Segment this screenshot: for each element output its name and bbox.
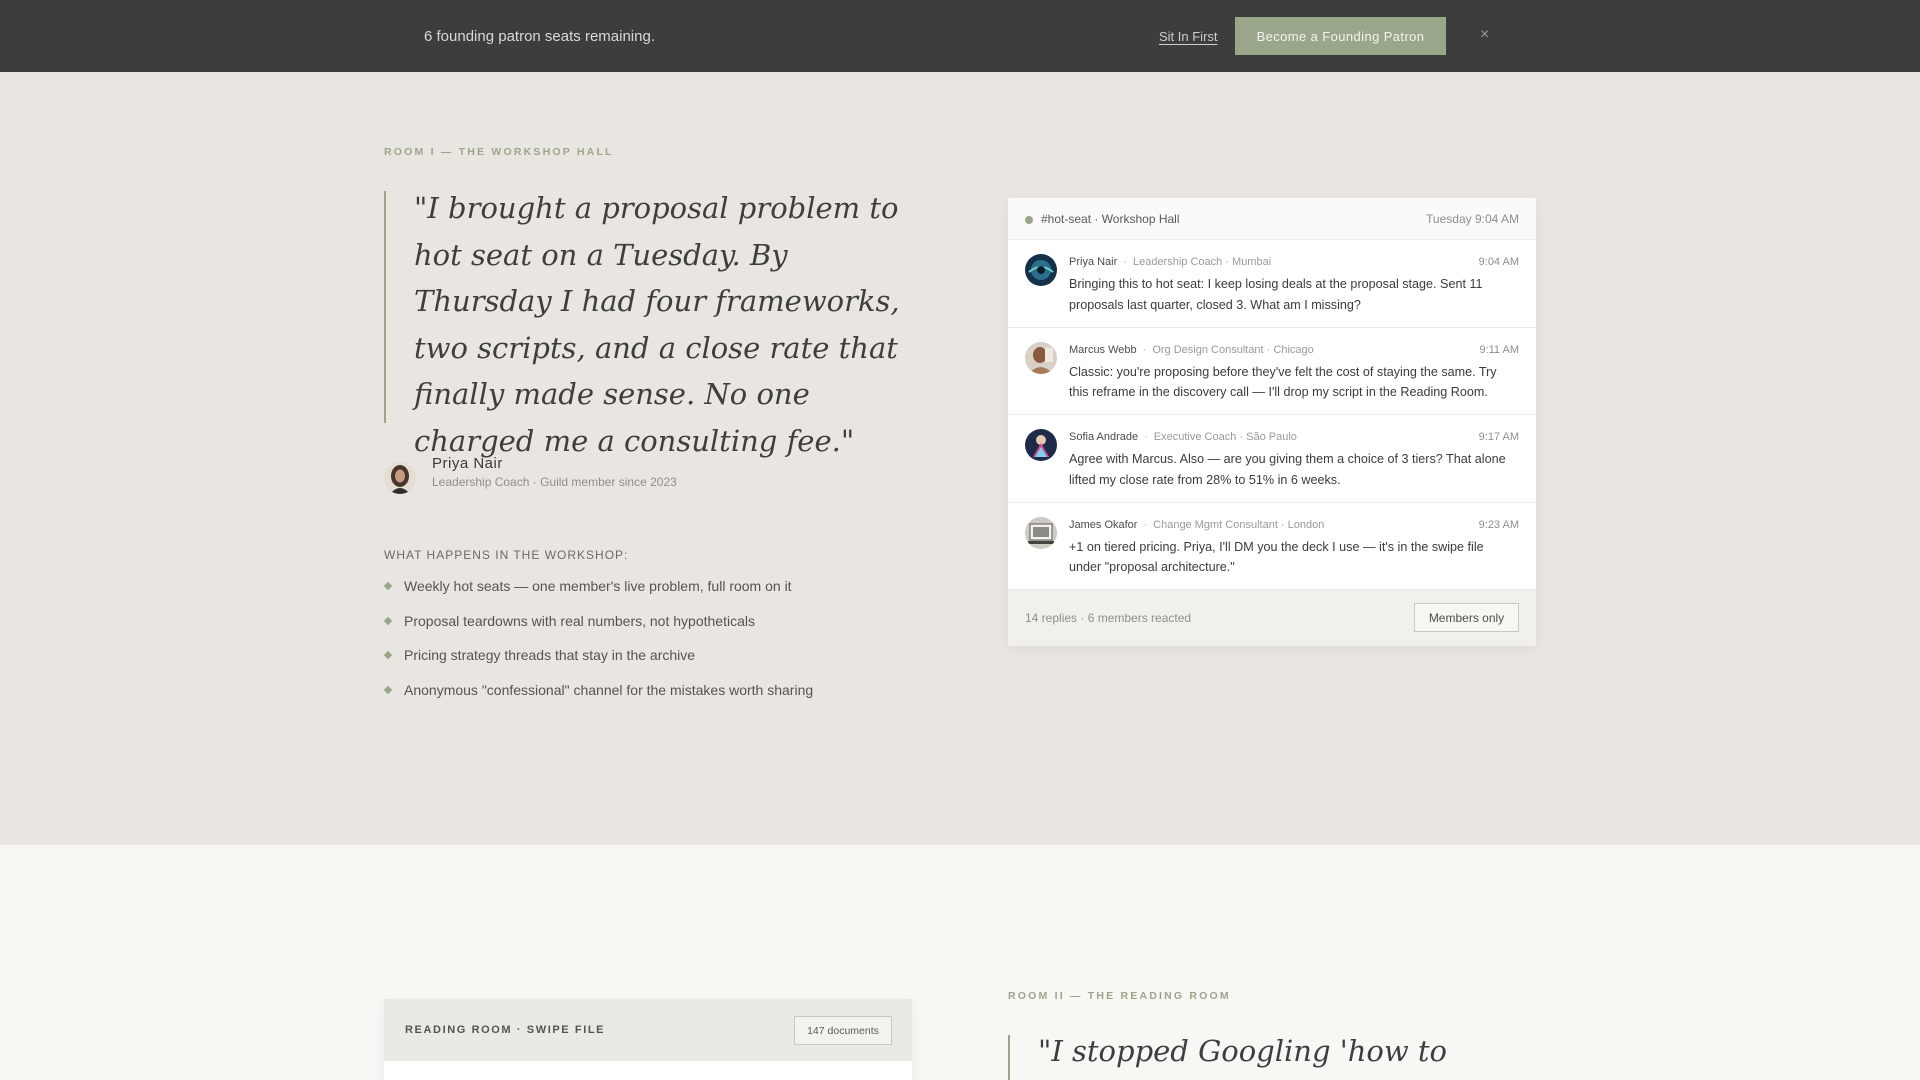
message-time: 9:11 AM <box>1479 343 1519 356</box>
chat-message: Sofia Andrade · Executive Coach · São Paul… <box>1008 415 1536 503</box>
author-name: James Okafor <box>1069 518 1138 531</box>
chat-message: Priya Nair · Leadership Coach · Mumbai 9:0… <box>1008 240 1536 328</box>
swipe-file-title: READING ROOM · SWIPE FILE <box>405 1024 606 1036</box>
become-founding-patron-button[interactable]: Become a Founding Patron <box>1235 17 1446 55</box>
separator: · <box>1142 343 1147 356</box>
separator: · <box>1143 518 1148 531</box>
chat-header: #hot-seat · Workshop Hall Tuesday 9:04 A… <box>1008 198 1536 240</box>
author-role: Leadership Coach · Mumbai <box>1132 256 1272 268</box>
sit-in-first-link[interactable]: Sit In First <box>1159 29 1218 44</box>
feature-list: Weekly hot seats — one member's live pro… <box>383 569 814 708</box>
avatar <box>384 462 416 494</box>
workshop-hall-section: ROOM I — THE WORKSHOP HALL "I brought a … <box>0 72 1920 845</box>
author-role: Executive Coach · São Paulo <box>1153 431 1297 443</box>
diamond-bullet-icon <box>383 650 393 660</box>
chat-message: James Okafor · Change Mgmt Consultant · Lo… <box>1008 503 1536 590</box>
avatar <box>1025 516 1057 549</box>
list-item: Pricing strategy threads that stay in th… <box>383 638 813 673</box>
message-author: Priya Nair · Leadership Coach · Mumbai <box>1069 256 1271 268</box>
document-count-badge: 147 documents <box>794 1016 892 1045</box>
close-icon[interactable]: × <box>1480 26 1489 44</box>
author-role: Change Mgmt Consultant · London <box>1153 518 1325 531</box>
chat-message: Marcus Webb · Org Design Consultant · Chic… <box>1008 328 1536 415</box>
channel-name: #hot-seat · Workshop Hall <box>1041 212 1180 226</box>
thread-stats: 14 replies · 6 members reacted <box>1025 611 1192 625</box>
message-time: 9:23 AM <box>1478 518 1519 531</box>
author-name: Priya Nair <box>1069 256 1118 268</box>
banner-message: 6 founding patron seats remaining. <box>424 28 655 45</box>
swipe-file-header: READING ROOM · SWIPE FILE 147 documents <box>384 999 912 1061</box>
message-text: Classic: you're proposing before they've… <box>1069 364 1497 400</box>
avatar <box>1025 429 1057 461</box>
testimonial-quote-text: "I brought a proposal problem to hot sea… <box>414 191 900 458</box>
testimonial-quote: "I brought a proposal problem to hot sea… <box>384 191 924 458</box>
author-name: Priya Nair <box>432 455 503 472</box>
message-time: 9:17 AM <box>1478 431 1519 443</box>
list-item-text: Weekly hot seats — one member's live pro… <box>404 578 792 594</box>
message-author: James Okafor · Change Mgmt Consultant · Lo… <box>1069 519 1324 531</box>
separator: · <box>1123 256 1127 268</box>
reading-room-section: READING ROOM · SWIPE FILE 147 documents … <box>0 845 1920 1080</box>
founding-patron-banner: 6 founding patron seats remaining. Sit I… <box>0 0 1920 72</box>
message-text: Agree with Marcus. Also — are you giving… <box>1069 452 1506 487</box>
message-time: 9:04 AM <box>1478 256 1519 268</box>
feature-list-heading: WHAT HAPPENS IN THE WORKSHOP: <box>384 548 629 562</box>
section-eyebrow: ROOM I — THE WORKSHOP HALL <box>384 146 614 158</box>
chat-footer: 14 replies · 6 members reacted Members o… <box>1008 590 1536 646</box>
message-text: +1 on tiered pricing. Priya, I'll DM you… <box>1069 539 1484 575</box>
testimonial-quote: "I stopped Googling 'how to handle <box>1008 1034 1548 1080</box>
message-author: Marcus Webb · Org Design Consultant · Chic… <box>1069 344 1314 356</box>
diamond-bullet-icon <box>383 616 393 625</box>
avatar <box>1025 341 1057 374</box>
message-author: Sofia Andrade · Executive Coach · São Paul… <box>1069 431 1297 443</box>
author-name: Marcus Webb <box>1069 343 1137 356</box>
members-only-button[interactable]: Members only <box>1414 603 1519 632</box>
swipe-file-card: READING ROOM · SWIPE FILE 147 documents <box>384 999 912 1080</box>
message-text: Bringing this to hot seat: I keep losing… <box>1069 277 1483 312</box>
list-item: Weekly hot seats — one member's live pro… <box>383 569 813 604</box>
author-name: Sofia Andrade <box>1069 431 1139 443</box>
list-item: Anonymous "confessional" channel for the… <box>383 673 814 708</box>
testimonial-quote-text: "I stopped Googling 'how to handle <box>1038 1034 1448 1068</box>
diamond-bullet-icon <box>383 581 393 591</box>
list-item-text: Anonymous "confessional" channel for the… <box>404 681 814 698</box>
online-status-icon <box>1025 216 1033 224</box>
list-item: Proposal teardowns with real numbers, no… <box>383 604 813 639</box>
hot-seat-chat-card: #hot-seat · Workshop Hall Tuesday 9:04 A… <box>1008 198 1536 646</box>
diamond-bullet-icon <box>383 685 393 694</box>
section-eyebrow: ROOM II — THE READING ROOM <box>1008 990 1231 1002</box>
author-meta: Leadership Coach · Guild member since 20… <box>432 475 677 489</box>
list-item-text: Proposal teardowns with real numbers, no… <box>404 612 755 629</box>
testimonial-author: Priya Nair Leadership Coach · Guild memb… <box>384 455 677 494</box>
author-role: Org Design Consultant · Chicago <box>1152 343 1314 356</box>
chat-date: Tuesday 9:04 AM <box>1426 212 1519 226</box>
list-item-text: Pricing strategy threads that stay in th… <box>404 647 696 663</box>
separator: · <box>1144 431 1148 443</box>
avatar <box>1025 254 1057 286</box>
